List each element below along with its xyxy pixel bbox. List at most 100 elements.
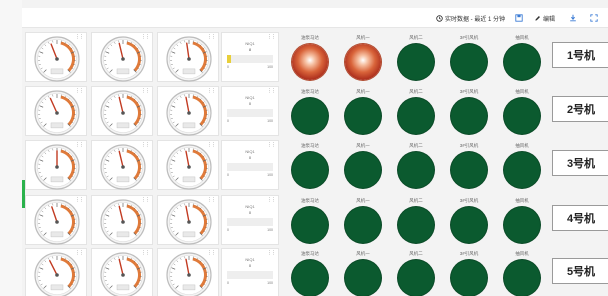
- bar-gauge-min: 0: [227, 281, 229, 285]
- card-menu-icon[interactable]: ⋮⋮: [207, 143, 216, 148]
- gauge-hub: [121, 220, 125, 224]
- bar-gauge-title: NIQ1: [245, 41, 255, 46]
- indicator-label: 风机一: [356, 89, 370, 94]
- indicator-label: 风机二: [409, 143, 423, 148]
- card-menu-icon[interactable]: ⋮⋮: [267, 143, 276, 148]
- status-indicator-light: [451, 207, 487, 243]
- status-indicator-light: [398, 98, 434, 134]
- bar-gauge-value: 8: [248, 47, 252, 52]
- gauge-readout-box: [182, 122, 196, 129]
- gauge-dial: [100, 36, 146, 82]
- card-menu-icon[interactable]: ⋮⋮: [267, 251, 276, 256]
- gauge-dial: [166, 144, 212, 190]
- bar-gauge-card: NIQ1 8 0 100 ⋮⋮: [221, 32, 279, 82]
- card-menu-icon[interactable]: ⋮⋮: [207, 35, 216, 40]
- card-menu-icon[interactable]: ⋮⋮: [141, 198, 150, 203]
- realtime-label: 实时数据 - 最近 1 分钟: [445, 16, 506, 23]
- gauge-dial: [166, 199, 212, 245]
- status-indicator-light: [504, 260, 540, 296]
- gauge-hub: [55, 165, 59, 169]
- bar-gauge-title: NIQ1: [245, 95, 255, 100]
- gauge-dial: [100, 144, 146, 190]
- gauge-card: ⋮⋮: [91, 248, 153, 296]
- card-menu-icon[interactable]: ⋮⋮: [75, 251, 84, 256]
- clock-icon: [436, 14, 443, 22]
- gauge-card: ⋮⋮: [25, 195, 87, 245]
- bar-gauge-track: [227, 271, 273, 279]
- bar-gauge-card: NIQ1 0 0 100 ⋮⋮: [221, 86, 279, 136]
- indicator-label: 风机二: [409, 35, 423, 40]
- card-menu-icon[interactable]: ⋮⋮: [267, 35, 276, 40]
- status-indicator-light: [398, 260, 434, 296]
- status-indicator-light: [292, 44, 328, 80]
- card-menu-icon[interactable]: ⋮⋮: [75, 143, 84, 148]
- card-menu-icon[interactable]: ⋮⋮: [141, 89, 150, 94]
- card-menu-icon[interactable]: ⋮⋮: [141, 143, 150, 148]
- gauge-readout-box: [50, 231, 64, 238]
- edit-button[interactable]: 编辑: [534, 12, 555, 24]
- save-icon[interactable]: [515, 12, 523, 24]
- indicator-label: 风机二: [409, 89, 423, 94]
- card-menu-icon[interactable]: ⋮⋮: [207, 198, 216, 203]
- edit-label: 编辑: [543, 16, 556, 23]
- gauge-dial: [34, 36, 80, 82]
- card-menu-icon[interactable]: ⋮⋮: [141, 251, 150, 256]
- indicator-label: 3#引风机: [459, 198, 479, 203]
- card-menu-icon[interactable]: ⋮⋮: [75, 35, 84, 40]
- bar-gauge-title: NIQ1: [245, 204, 255, 209]
- gauge-readout-box: [116, 122, 130, 129]
- unit-select-button[interactable]: 1号机: [552, 42, 608, 68]
- indicator-label: 油泵马达: [301, 89, 319, 94]
- edit-icon: [534, 15, 541, 22]
- indicator-label: 风机二: [409, 198, 423, 203]
- card-menu-icon[interactable]: ⋮⋮: [207, 89, 216, 94]
- gauge-card: ⋮⋮: [25, 248, 87, 296]
- gauge-card: ⋮⋮: [25, 140, 87, 190]
- gauge-hub: [121, 57, 125, 61]
- gauge-readout-box: [116, 284, 130, 291]
- unit-select-button[interactable]: 5号机: [552, 258, 608, 284]
- unit-select-button[interactable]: 3号机: [552, 150, 608, 176]
- status-indicator-light: [345, 260, 381, 296]
- gauge-hub: [121, 165, 125, 169]
- gauge-dial: [166, 90, 212, 136]
- gauge-hub: [187, 57, 191, 61]
- unit-select-button[interactable]: 2号机: [552, 96, 608, 122]
- gauge-card: ⋮⋮: [157, 248, 219, 296]
- status-indicator-light: [398, 207, 434, 243]
- gauge-card: ⋮⋮: [25, 86, 87, 136]
- gauge-card: ⋮⋮: [91, 32, 153, 82]
- bar-gauge-min: 0: [227, 173, 229, 177]
- indicator-label: 风机一: [356, 198, 370, 203]
- status-indicator-light: [504, 44, 540, 80]
- gauge-card: ⋮⋮: [91, 140, 153, 190]
- realtime-range-selector[interactable]: 实时数据 - 最近 1 分钟: [436, 12, 505, 24]
- card-menu-icon[interactable]: ⋮⋮: [267, 198, 276, 203]
- download-icon[interactable]: [569, 12, 577, 24]
- unit-select-button[interactable]: 4号机: [552, 205, 608, 231]
- bar-gauge-card: NIQ1 0 0 100 ⋮⋮: [221, 140, 279, 190]
- card-menu-icon[interactable]: ⋮⋮: [141, 35, 150, 40]
- gauge-dial: [34, 252, 80, 296]
- bar-gauge-max: 100: [267, 228, 273, 232]
- status-indicator-light: [345, 98, 381, 134]
- fullscreen-icon[interactable]: [590, 12, 598, 24]
- gauge-card: ⋮⋮: [91, 195, 153, 245]
- indicator-label: 3#引风机: [459, 251, 479, 256]
- gauge-hub: [55, 111, 59, 115]
- card-menu-icon[interactable]: ⋮⋮: [267, 89, 276, 94]
- gauge-dial: [100, 90, 146, 136]
- bar-gauge-track: [227, 163, 273, 171]
- card-menu-icon[interactable]: ⋮⋮: [207, 251, 216, 256]
- card-menu-icon[interactable]: ⋮⋮: [75, 89, 84, 94]
- left-edge-panel: [0, 0, 22, 296]
- indicator-label: 油泵马达: [301, 198, 319, 203]
- bar-gauge-track: [227, 55, 273, 63]
- indicator-label: 抽风机: [515, 198, 529, 203]
- bar-gauge-value: 0: [248, 155, 252, 160]
- bar-gauge-min: 0: [227, 228, 229, 232]
- bar-gauge-card: NIQ1 0 0 100 ⋮⋮: [221, 195, 279, 245]
- bar-gauge-max: 100: [267, 173, 273, 177]
- card-menu-icon[interactable]: ⋮⋮: [75, 198, 84, 203]
- gauge-card: ⋮⋮: [91, 86, 153, 136]
